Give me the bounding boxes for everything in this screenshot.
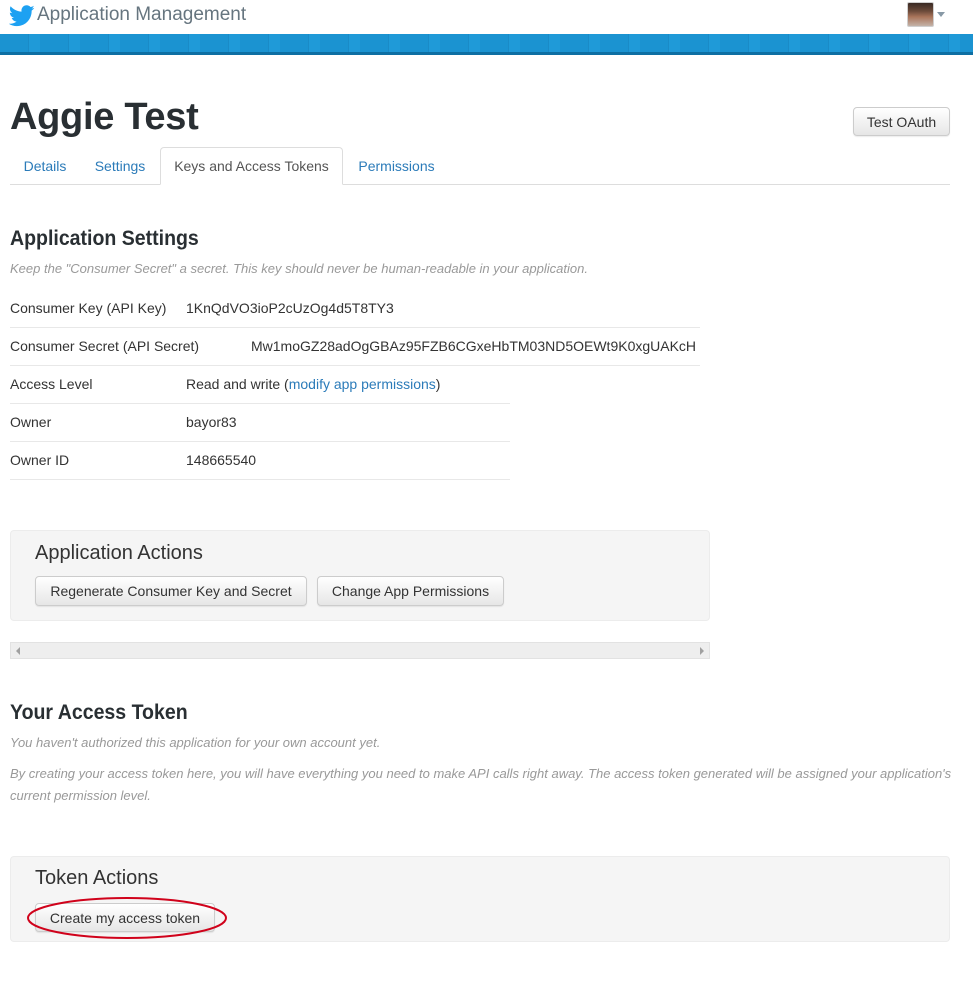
- access-level-text: Read and write (: [186, 376, 289, 392]
- twitter-bird-icon[interactable]: [9, 5, 35, 27]
- consumer-secret-value: Mw1moGZ28adOgGBAz95FZB6CGxeHbTM03ND5OEWt…: [251, 338, 697, 354]
- consumer-secret-label: Consumer Secret (API Secret): [10, 338, 200, 354]
- avatar[interactable]: [907, 2, 934, 27]
- owner-value: bayor83: [186, 414, 237, 430]
- page-title: Aggie Test: [10, 96, 199, 138]
- application-actions-panel: Application Actions Regenerate Consumer …: [10, 530, 710, 621]
- scroll-left-arrow-icon[interactable]: [16, 647, 20, 655]
- app-management-title: Application Management: [37, 4, 247, 25]
- consumer-key-value: 1KnQdVO3ioP2cUzOg4d5T8TY3: [186, 300, 394, 316]
- test-oauth-button[interactable]: Test OAuth: [853, 107, 950, 136]
- application-actions-title: Application Actions: [35, 542, 203, 564]
- tab-settings[interactable]: Settings: [82, 147, 158, 185]
- table-row: Owner ID 148665540: [10, 442, 510, 480]
- scroll-right-arrow-icon[interactable]: [700, 647, 704, 655]
- regenerate-consumer-key-button[interactable]: Regenerate Consumer Key and Secret: [35, 576, 307, 606]
- tab-permissions[interactable]: Permissions: [345, 147, 448, 185]
- table-row: Consumer Secret (API Secret) Mw1moGZ28ad…: [10, 328, 700, 366]
- tab-keys-and-access-tokens[interactable]: Keys and Access Tokens: [160, 147, 343, 185]
- red-highlight-ellipse: [27, 897, 227, 939]
- access-level-value: Read and write (modify app permissions): [186, 376, 440, 392]
- access-token-explanation: By creating your access token here, you …: [10, 766, 952, 803]
- token-actions-title: Token Actions: [35, 867, 159, 889]
- consumer-key-label: Consumer Key (API Key): [10, 300, 167, 316]
- dropdown-caret-icon[interactable]: [937, 12, 945, 17]
- owner-id-value: 148665540: [186, 452, 257, 468]
- tab-details[interactable]: Details: [10, 147, 80, 185]
- table-row: Access Level Read and write (modify app …: [10, 366, 510, 404]
- table-row: Consumer Key (API Key) 1KnQdVO3ioP2cUzOg…: [10, 290, 700, 328]
- access-level-suffix: ): [435, 376, 441, 392]
- change-app-permissions-button[interactable]: Change App Permissions: [317, 576, 504, 606]
- table-row: Owner bayor83: [10, 404, 510, 442]
- header-stripe: [0, 34, 973, 55]
- access-level-label: Access Level: [10, 376, 93, 392]
- horizontal-scrollbar[interactable]: [10, 642, 710, 659]
- owner-label: Owner: [10, 414, 52, 430]
- application-settings-heading: Application Settings: [10, 227, 199, 250]
- your-access-token-heading: Your Access Token: [10, 701, 188, 724]
- consumer-secret-note: Keep the "Consumer Secret" a secret. Thi…: [10, 261, 588, 276]
- modify-app-permissions-link[interactable]: modify app permissions: [289, 376, 436, 392]
- not-authorized-note: You haven't authorized this application …: [10, 735, 381, 750]
- owner-id-label: Owner ID: [10, 452, 70, 468]
- tabs-divider: [10, 184, 950, 185]
- top-bar: Application Management: [0, 0, 973, 34]
